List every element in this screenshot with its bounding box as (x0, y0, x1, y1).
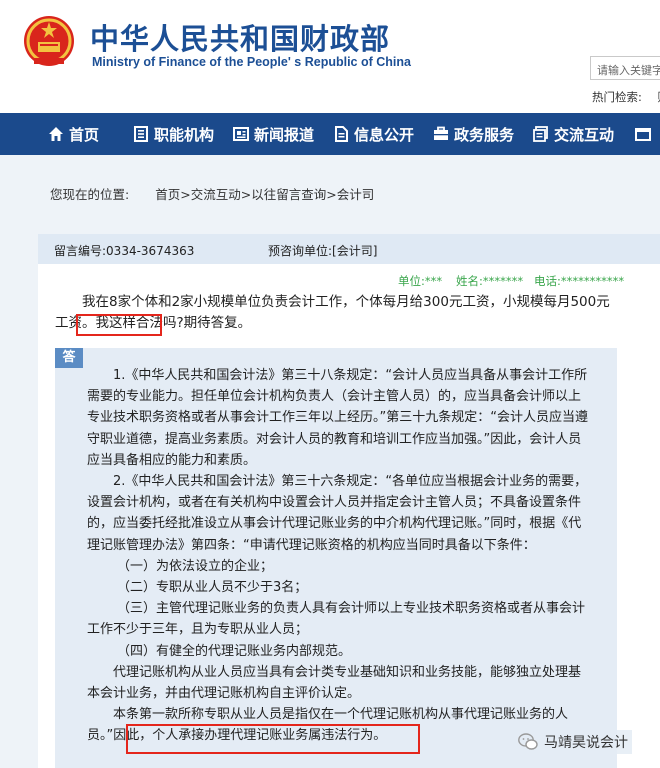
answer-paragraph: （一）为依法设立的企业； (117, 558, 274, 574)
home-icon (49, 127, 63, 141)
breadcrumb-separator: > (240, 187, 252, 202)
answer-tag: 答 (55, 348, 83, 368)
national-emblem-icon (24, 16, 74, 66)
breadcrumb-separator: > (326, 187, 337, 202)
highlight-box-question (76, 314, 162, 336)
breadcrumb: 您现在的位置: 首页>交流互动>以往留言查询>会计司 (50, 184, 374, 203)
search-input[interactable]: 请输入关键字 (590, 56, 660, 80)
nav-item-home[interactable]: 首页 (48, 113, 99, 155)
nav-label: 交流互动 (554, 125, 615, 144)
wechat-icon (518, 733, 538, 750)
answer-text: 1.《中华人民共和国会计法》第三十八条规定：“会计人员应当具备从事会计工作所需要… (87, 365, 592, 747)
more-icon (635, 128, 651, 141)
nav-item-interaction[interactable]: 交流互动 (533, 113, 614, 155)
nav-item-info[interactable]: 信息公开 (333, 113, 414, 155)
hot-search: 热门检索: 财 (592, 89, 660, 105)
nav-label: 首页 (69, 125, 100, 144)
message-header: 留言编号:0334-3674363 预咨询单位:[会计司] (38, 234, 660, 264)
answer-paragraph: 1.《中华人民共和国会计法》第三十八条规定：“会计人员应当具备从事会计工作所需要… (87, 368, 588, 468)
nav-item-news[interactable]: 新闻报道 (233, 113, 314, 155)
watermark: 马靖昊说会计 (514, 730, 632, 754)
document-icon (335, 126, 348, 142)
sender-phone: 电话:*********** (534, 274, 625, 288)
site-title-en: Ministry of Finance of the People' s Rep… (92, 55, 411, 69)
nav-label: 信息公开 (354, 125, 415, 144)
news-icon (233, 127, 249, 141)
breadcrumb-item-interaction[interactable]: 交流互动 (191, 187, 241, 202)
answer-box: 答 1.《中华人民共和国会计法》第三十八条规定：“会计人员应当具备从事会计工作所… (55, 348, 617, 768)
highlight-box-conclusion (126, 724, 420, 754)
hot-search-label: 热门检索: (592, 90, 642, 104)
site-title-cn: 中华人民共和国财政部 (90, 22, 391, 56)
interaction-icon (533, 126, 548, 142)
org-icon (134, 126, 148, 142)
question-ending: ?期待答复。 (176, 315, 252, 331)
nav-item-more[interactable] (635, 113, 656, 155)
answer-paragraph: 2.《中华人民共和国会计法》第三十六条规定：“各单位应当根据会计业务的需要，设置… (87, 474, 588, 553)
answer-paragraph: （二）专职从业人员不少于3名； (117, 580, 308, 596)
answer-paragraph: 代理记账机构从业人员应当具有会计类专业基础知识和业务技能，能够独立处理基本会计业… (87, 664, 582, 702)
breadcrumb-item-accounting[interactable]: 会计司 (337, 187, 375, 202)
breadcrumb-separator: > (180, 187, 191, 202)
message-number: 留言编号:0334-3674363 (54, 244, 195, 258)
service-icon (434, 126, 448, 140)
nav-label: 职能机构 (154, 125, 215, 144)
sender-name: 姓名:******* (456, 274, 524, 288)
main-nav: 首页 职能机构 新闻报道 信息公开 政务服务 交流互动 (0, 113, 660, 155)
nav-label: 新闻报道 (254, 125, 315, 144)
answer-paragraph: （四）有健全的代理记账业务内部规范。 (117, 643, 352, 659)
nav-item-service[interactable]: 政务服务 (433, 113, 514, 155)
breadcrumb-item-home[interactable]: 首页 (155, 187, 180, 202)
breadcrumb-prefix: 您现在的位置: (50, 187, 130, 202)
nav-item-org[interactable]: 职能机构 (133, 113, 214, 155)
answer-paragraph: （三）主管代理记账业务的负责人具有会计师以上专业技术职务资格或者从事会计工作不少… (87, 601, 586, 638)
sender-unit: 单位:*** (398, 274, 443, 288)
nav-label: 政务服务 (454, 125, 515, 144)
site-header: 中华人民共和国财政部 Ministry of Finance of the Pe… (0, 0, 660, 113)
message-to-unit: 预咨询单位:[会计司] (268, 244, 378, 258)
breadcrumb-item-history[interactable]: 以往留言查询 (251, 187, 326, 202)
watermark-text: 马靖昊说会计 (544, 735, 628, 751)
